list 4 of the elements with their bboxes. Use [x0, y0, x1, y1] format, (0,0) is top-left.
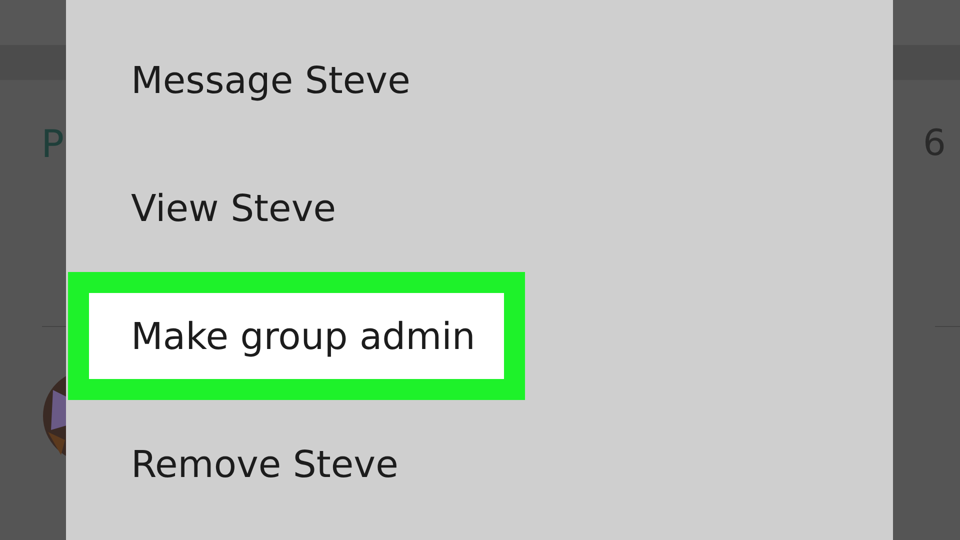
menu-item[interactable]: Remove Steve [68, 400, 448, 528]
menu-item[interactable]: Make group admin [68, 272, 526, 400]
menu-item[interactable]: View Steve [68, 144, 386, 272]
menu-item[interactable]: Message Steve [68, 16, 460, 144]
